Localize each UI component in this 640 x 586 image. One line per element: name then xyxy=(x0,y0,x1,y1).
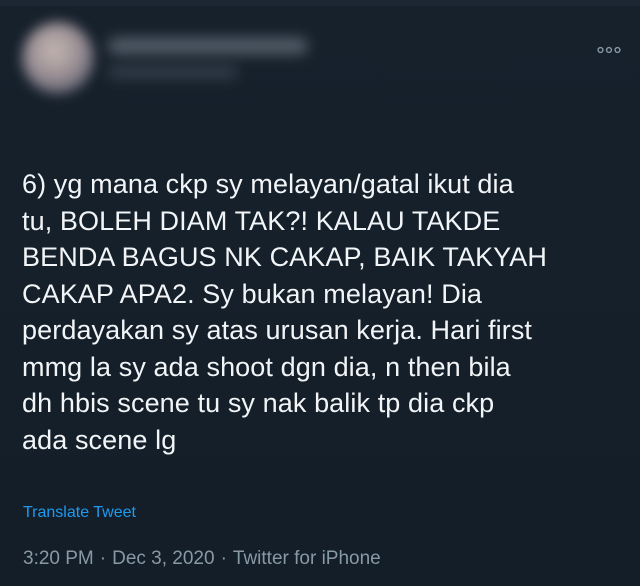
avatar[interactable] xyxy=(22,22,94,94)
tweet-date[interactable]: Dec 3, 2020 xyxy=(112,548,214,569)
display-name-redacted[interactable] xyxy=(108,38,308,54)
tweet-time[interactable]: 3:20 PM xyxy=(23,548,94,569)
tweet-metadata: 3:20 PM · Dec 3, 2020 · Twitter for iPhone xyxy=(23,547,381,571)
tweet-text-line: dh hbis scene tu sy nak balik tp dia ckp xyxy=(22,388,495,418)
tweet-card: 6) yg mana ckp sy melayan/gatal ikut dia… xyxy=(0,0,640,586)
more-options-button[interactable] xyxy=(592,40,626,60)
tweet-text-line: tu, BOLEH DIAM TAK?! KALAU TAKDE xyxy=(22,205,501,236)
tweet-text-line: 6) yg mana ckp sy melayan/gatal ikut dia xyxy=(22,169,514,199)
tweet-text-line: CAKAP APA2. Sy bukan melayan! Dia xyxy=(22,278,483,309)
tweet-source[interactable]: Twitter for iPhone xyxy=(233,548,381,569)
tweet-text: 6) yg mana ckp sy melayan/gatal ikut dia… xyxy=(22,166,622,458)
translate-tweet-link[interactable]: Translate Tweet xyxy=(23,503,136,523)
username-redacted[interactable] xyxy=(108,66,238,78)
more-horizontal-icon xyxy=(597,46,621,54)
meta-separator: · xyxy=(220,548,227,569)
meta-separator: · xyxy=(99,548,107,569)
tweet-text-line: perdayakan sy atas urusan kerja. Hari fi… xyxy=(22,315,533,345)
tweet-text-line: BENDA BAGUS NK CAKAP, BAIK TAKYAH xyxy=(22,242,547,272)
top-divider xyxy=(0,0,640,6)
tweet-text-line: mmg la sy ada shoot dgn dia, n then bila xyxy=(22,351,511,382)
tweet-text-line: ada scene lg xyxy=(22,424,177,455)
